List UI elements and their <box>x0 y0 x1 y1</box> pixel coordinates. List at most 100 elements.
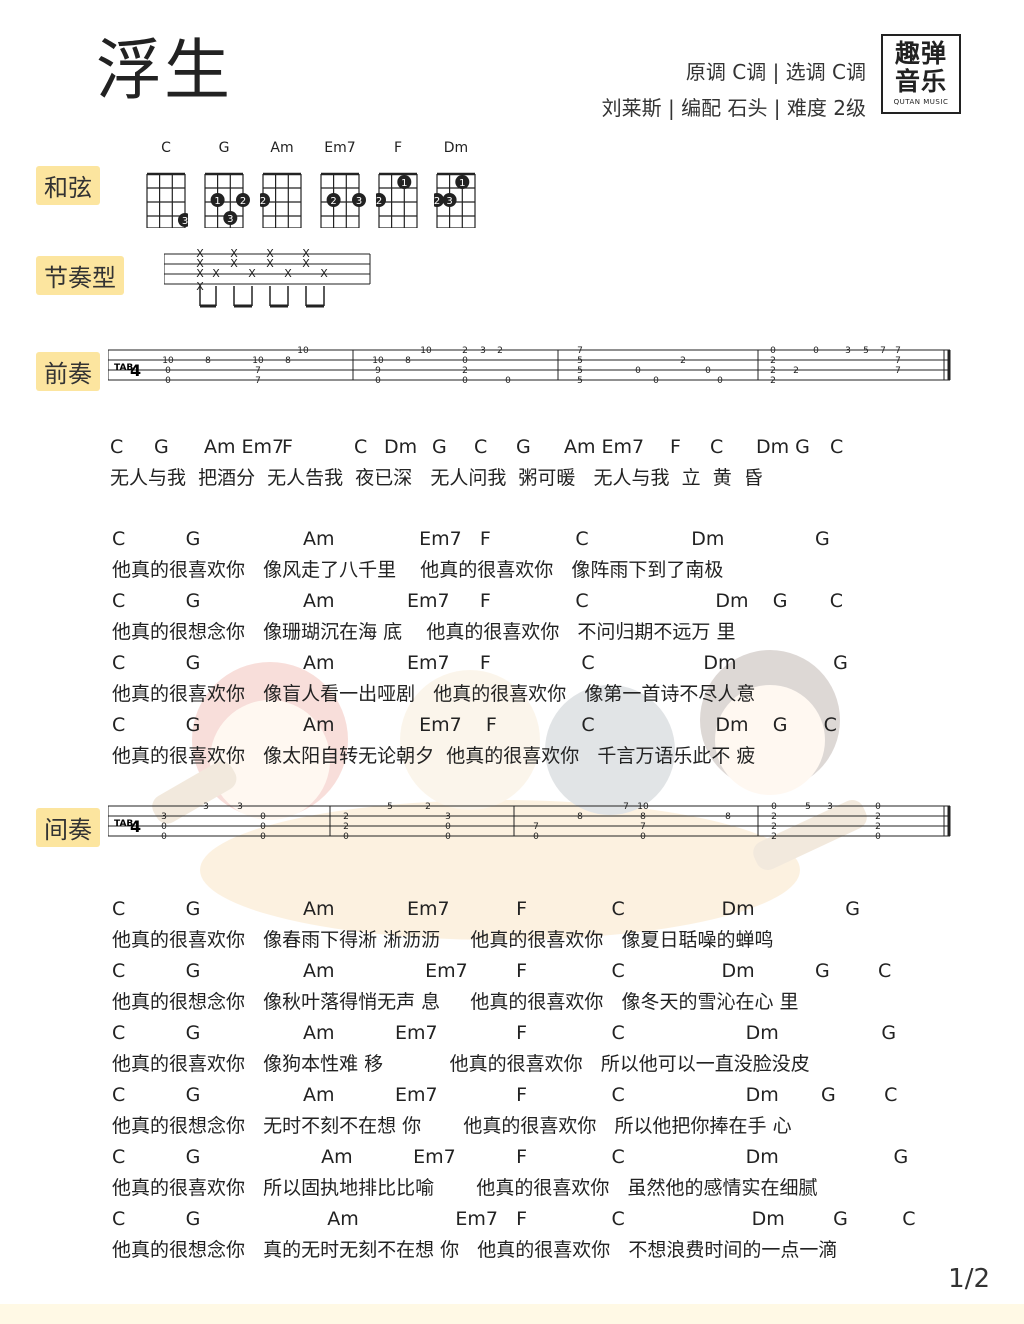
chord-name: G <box>218 140 230 156</box>
svg-text:0: 0 <box>462 356 468 366</box>
svg-text:8: 8 <box>405 356 411 366</box>
svg-text:7: 7 <box>895 346 901 356</box>
svg-text:2: 2 <box>875 812 881 822</box>
svg-text:2: 2 <box>330 196 336 207</box>
svg-text:0: 0 <box>635 366 641 376</box>
chord-name: Em7 <box>324 140 356 156</box>
svg-text:2: 2 <box>240 196 246 207</box>
credits-info: 刘莱斯 | 编配 石头 | 难度 2级 <box>601 96 866 120</box>
chord-name: Dm <box>443 140 469 156</box>
chord-marker: Am Em7 <box>204 436 285 458</box>
verse2-line-5: C G Am Em7 F C Dm G 他真的很喜欢你 所以固执地排比比喻 他真… <box>112 1146 952 1202</box>
svg-text:2: 2 <box>260 196 266 207</box>
chord-marker: Am Em7 <box>564 436 645 458</box>
verse-lyrics: 他真的很喜欢你 像太阳自转无论朝夕 他真的很喜欢你 千言万语乐此不 疲 <box>112 745 756 767</box>
chord-marker: Dm <box>384 436 418 458</box>
svg-text:4: 4 <box>130 361 141 380</box>
qutan-logo: 趣弹 音乐 QUTAN MUSIC <box>881 34 961 114</box>
svg-text:0: 0 <box>375 376 381 386</box>
svg-text:3: 3 <box>845 346 851 356</box>
svg-text:5: 5 <box>577 366 583 376</box>
svg-text:0: 0 <box>260 832 266 842</box>
svg-text:X: X <box>196 267 204 280</box>
verse2-line-1: C G Am Em7 F C Dm G 他真的很喜欢你 像春雨下得淅 淅沥沥 他… <box>112 898 952 954</box>
svg-text:X: X <box>302 257 310 270</box>
interlude-label: 间奏 <box>36 808 100 847</box>
svg-text:0: 0 <box>640 832 646 842</box>
verse-lyrics: 他真的很想念你 无时不刻不在想 你 他真的很喜欢你 所以他把你捧在手 心 <box>112 1115 792 1137</box>
verse-chords: C G Am Em7 F C Dm G <box>112 1146 909 1168</box>
svg-text:0: 0 <box>445 832 451 842</box>
svg-text:10: 10 <box>420 346 432 356</box>
chord-diagram-am: Am 2 <box>256 140 304 232</box>
rhythm-pattern: XXXX X XX X XX X XX X <box>164 247 371 308</box>
fretboard-g: 1 2 3 <box>204 172 250 229</box>
verse-chords: C G Am Em7 F C Dm G C <box>112 960 892 982</box>
svg-text:X: X <box>320 267 328 280</box>
fretboard-dm: 1 2 3 <box>430 172 476 229</box>
logo-text-top: 趣弹 <box>894 39 947 68</box>
svg-text:7: 7 <box>533 822 539 832</box>
chord-marker: C <box>474 436 488 458</box>
svg-text:0: 0 <box>533 832 539 842</box>
fretboard-em7: 2 3 <box>320 172 366 229</box>
svg-text:X: X <box>266 257 274 270</box>
svg-text:0: 0 <box>165 376 171 386</box>
svg-text:8: 8 <box>577 812 583 822</box>
svg-text:10: 10 <box>162 356 174 366</box>
verse2-line-2: C G Am Em7 F C Dm G C 他真的很想念你 像秋叶落得悄无声 息… <box>112 960 952 1016</box>
svg-text:0: 0 <box>771 802 777 812</box>
key-info: 原调 C调 | 选调 C调 <box>685 60 866 84</box>
svg-text:3: 3 <box>203 802 209 812</box>
svg-text:0: 0 <box>165 366 171 376</box>
verse-lyrics: 他真的很喜欢你 像风走了八千里 他真的很喜欢你 像阵雨下到了南极 <box>112 559 724 581</box>
chord-marker: G <box>516 436 531 458</box>
svg-text:8: 8 <box>640 812 646 822</box>
chord-marker: C <box>830 436 844 458</box>
chord-diagram-g: G 1 2 3 <box>202 140 258 232</box>
svg-text:7: 7 <box>880 346 886 356</box>
chord-marker: F <box>670 436 681 458</box>
svg-text:5: 5 <box>577 356 583 366</box>
chord-marker: F <box>282 436 293 458</box>
svg-text:7: 7 <box>577 346 583 356</box>
fretboard-f: 1 2 <box>372 172 418 229</box>
chord-name: F <box>393 140 403 156</box>
svg-text:5: 5 <box>387 802 393 812</box>
verse-chords: C G Am Em7 F C Dm G C <box>112 1084 898 1106</box>
chord-marker: G <box>432 436 447 458</box>
svg-text:2: 2 <box>434 196 440 207</box>
svg-text:2: 2 <box>771 832 777 842</box>
svg-text:0: 0 <box>161 822 167 832</box>
svg-text:2: 2 <box>343 812 349 822</box>
svg-text:2: 2 <box>875 822 881 832</box>
verse2-line-6: C G Am Em7 F C Dm G C 他真的很想念你 真的无时无刻不在想 … <box>112 1208 952 1264</box>
intro-tab-staff: TAB 4 1000 8 1077 810 1090810 20203 20 755… <box>108 346 951 386</box>
svg-text:9: 9 <box>375 366 381 376</box>
svg-text:0: 0 <box>770 346 776 356</box>
svg-text:0: 0 <box>445 822 451 832</box>
svg-text:7: 7 <box>640 822 646 832</box>
svg-text:2: 2 <box>425 802 431 812</box>
verse-lyrics: 他真的很想念你 像秋叶落得悄无声 息 他真的很喜欢你 像冬天的雪沁在心 里 <box>112 991 799 1013</box>
logo-text-bottom: 音乐 <box>894 67 947 96</box>
svg-text:5: 5 <box>863 346 869 356</box>
svg-text:7: 7 <box>895 366 901 376</box>
chord-marker: G <box>154 436 169 458</box>
svg-text:0: 0 <box>875 832 881 842</box>
svg-text:4: 4 <box>130 817 141 836</box>
svg-text:0: 0 <box>260 812 266 822</box>
svg-text:10: 10 <box>297 346 309 356</box>
svg-text:7: 7 <box>255 366 261 376</box>
svg-text:0: 0 <box>161 832 167 842</box>
chord-name: C <box>161 140 171 156</box>
svg-text:0: 0 <box>343 832 349 842</box>
svg-text:X: X <box>248 267 256 280</box>
svg-text:5: 5 <box>805 802 811 812</box>
svg-text:7: 7 <box>623 802 629 812</box>
verse-chords: C G Am Em7 F C Dm G <box>112 652 848 674</box>
fretboard-am: 2 <box>256 172 302 229</box>
svg-text:8: 8 <box>725 812 731 822</box>
chord-marker: C <box>354 436 368 458</box>
chord-diagram-c: C 3 <box>144 140 192 232</box>
